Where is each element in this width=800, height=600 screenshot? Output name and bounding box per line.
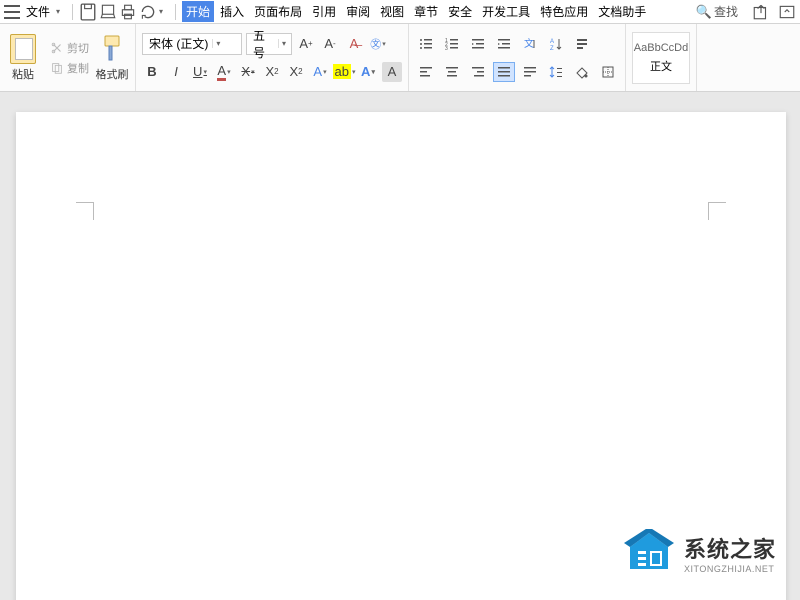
print-icon[interactable]: [119, 3, 137, 21]
strikethrough-button[interactable]: X: [238, 62, 258, 82]
clear-formatting-button[interactable]: A̶: [344, 34, 364, 54]
tab-sections[interactable]: 章节: [410, 1, 442, 22]
superscript-button[interactable]: X2: [262, 62, 282, 82]
separator: [175, 4, 176, 20]
copy-label: 复制: [67, 60, 89, 76]
tab-special[interactable]: 特色应用: [536, 1, 592, 22]
underline-button[interactable]: U: [190, 62, 210, 82]
ribbon: 粘贴 剪切 复制 格式刷 宋体 (正文)▾ 五号▾: [0, 24, 800, 92]
tab-insert[interactable]: 插入: [216, 1, 248, 22]
cut-button[interactable]: 剪切: [50, 40, 89, 56]
search-button[interactable]: 🔍 查找: [696, 3, 738, 20]
refresh-icon[interactable]: [139, 3, 157, 21]
italic-button[interactable]: I: [166, 62, 186, 82]
file-dropdown-caret[interactable]: ▾: [56, 7, 60, 16]
page[interactable]: [16, 112, 786, 600]
line-spacing-button[interactable]: [545, 62, 567, 82]
font-family-value: 宋体 (正文): [149, 35, 208, 52]
distribute-button[interactable]: [519, 62, 541, 82]
tab-home[interactable]: 开始: [182, 1, 214, 22]
tab-page-layout[interactable]: 页面布局: [250, 1, 306, 22]
search-label: 查找: [714, 3, 738, 20]
highlight-button[interactable]: ab: [334, 62, 354, 82]
tab-references[interactable]: 引用: [308, 1, 340, 22]
svg-text:文: 文: [524, 37, 534, 50]
font-size-value: 五号: [253, 27, 274, 61]
watermark: 系统之家 XITONGZHIJIA.NET: [624, 529, 776, 576]
shrink-font-button[interactable]: A-: [320, 34, 340, 54]
margin-corner-tl: [76, 202, 94, 220]
document-area: [0, 92, 800, 600]
scissors-icon: [50, 41, 64, 55]
align-center-button[interactable]: [441, 62, 463, 82]
text-direction-button[interactable]: 文: [519, 34, 541, 54]
copy-icon: [50, 61, 64, 75]
change-case-button[interactable]: A: [310, 62, 330, 82]
phonetic-guide-button[interactable]: ㉆: [368, 34, 388, 54]
paragraph-marks-button[interactable]: [571, 34, 593, 54]
paste-button[interactable]: 粘贴: [6, 34, 40, 82]
tab-view[interactable]: 视图: [376, 1, 408, 22]
align-left-button[interactable]: [415, 62, 437, 82]
copy-button[interactable]: 复制: [50, 60, 89, 76]
shading-button[interactable]: [571, 62, 593, 82]
collapse-ribbon-icon[interactable]: [778, 3, 796, 21]
file-menu[interactable]: 文件: [26, 3, 50, 20]
numbering-button[interactable]: 123: [441, 34, 463, 54]
increase-indent-button[interactable]: [493, 34, 515, 54]
search-icon: 🔍: [696, 4, 712, 20]
menu-bar: 文件 ▾ ▾ 开始 插入 页面布局 引用 审阅 视图 章节 安全 开发工具 特色…: [0, 0, 800, 24]
borders-button[interactable]: [597, 62, 619, 82]
paste-icon: [10, 34, 36, 64]
print-preview-icon[interactable]: [99, 3, 117, 21]
style-label: 正文: [650, 58, 672, 74]
font-color-button[interactable]: A: [214, 62, 234, 82]
font-family-select[interactable]: 宋体 (正文)▾: [142, 33, 242, 55]
bullets-button[interactable]: [415, 34, 437, 54]
text-effect-button[interactable]: A: [358, 62, 378, 82]
watermark-logo-icon: [624, 529, 674, 576]
format-painter-icon: [100, 34, 124, 64]
character-shading-button[interactable]: A: [382, 62, 402, 82]
styles-group: AaBbCcDd 正文: [626, 24, 697, 91]
tab-review[interactable]: 审阅: [342, 1, 374, 22]
margin-corner-tr: [708, 202, 726, 220]
paste-label: 粘贴: [12, 66, 34, 82]
watermark-subtitle: XITONGZHIJIA.NET: [684, 564, 776, 574]
qat-dropdown[interactable]: ▾: [159, 7, 163, 16]
subscript-button[interactable]: X2: [286, 62, 306, 82]
align-right-button[interactable]: [467, 62, 489, 82]
svg-text:A: A: [550, 39, 554, 45]
cut-label: 剪切: [67, 40, 89, 56]
font-size-select[interactable]: 五号▾: [246, 33, 292, 55]
style-normal[interactable]: AaBbCcDd 正文: [632, 32, 690, 84]
font-group: 宋体 (正文)▾ 五号▾ A+ A- A̶ ㉆ B I U A X X2 X2 …: [136, 24, 409, 91]
justify-button[interactable]: [493, 62, 515, 82]
separator: [72, 4, 73, 20]
tab-doc-assistant[interactable]: 文档助手: [594, 1, 650, 22]
grow-font-button[interactable]: A+: [296, 34, 316, 54]
tab-security[interactable]: 安全: [444, 1, 476, 22]
clipboard-group: 粘贴 剪切 复制 格式刷: [0, 24, 136, 91]
watermark-title: 系统之家: [684, 532, 776, 564]
share-icon[interactable]: [752, 3, 770, 21]
svg-text:3: 3: [445, 46, 448, 52]
main-menu-icon[interactable]: [4, 5, 20, 19]
save-icon[interactable]: [79, 3, 97, 21]
svg-text:Z: Z: [550, 46, 554, 52]
format-painter-button[interactable]: 格式刷: [95, 34, 129, 82]
paragraph-group: 123 文 AZ: [409, 24, 626, 91]
format-painter-label: 格式刷: [96, 66, 129, 82]
sort-button[interactable]: AZ: [545, 34, 567, 54]
tab-developer[interactable]: 开发工具: [478, 1, 534, 22]
style-preview: AaBbCcDd: [634, 42, 688, 54]
bold-button[interactable]: B: [142, 62, 162, 82]
decrease-indent-button[interactable]: [467, 34, 489, 54]
